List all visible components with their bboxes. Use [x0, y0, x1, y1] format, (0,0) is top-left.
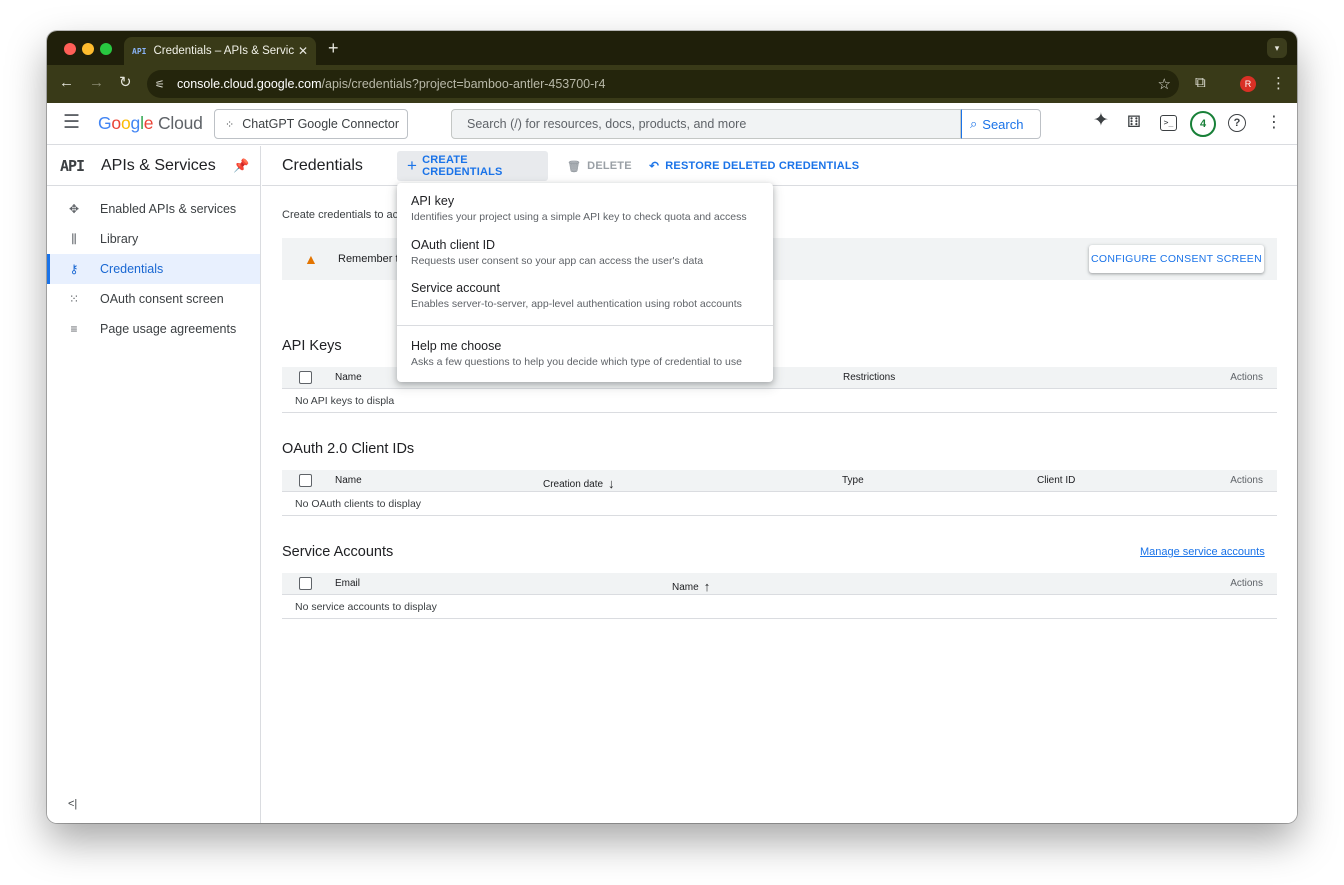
dots-grid-icon: ⁙: [68, 292, 80, 306]
banner-text: Remember t: [338, 253, 399, 265]
sidebar: API APIs & Services 📌 ✥ Enabled APIs & s…: [47, 146, 261, 823]
new-tab-button[interactable]: +: [328, 37, 339, 59]
help-icon[interactable]: ?: [1228, 114, 1246, 132]
create-credentials-button[interactable]: + CREATE CREDENTIALS: [397, 151, 548, 181]
search-icon: ⌕: [970, 116, 978, 131]
menu-item-help-me-choose[interactable]: Help me choose Asks a few questions to h…: [397, 339, 773, 368]
bookmark-star-icon[interactable]: ☆: [1158, 75, 1171, 93]
library-icon: ⫼: [71, 231, 77, 246]
browser-toolbar: ← → ↻ ⚟ console.cloud.google.com/apis/cr…: [47, 65, 1297, 103]
search-input[interactable]: [467, 117, 960, 131]
site-info-icon[interactable]: ⚟: [155, 78, 173, 91]
search-button[interactable]: ⌕ Search: [961, 109, 1041, 139]
pin-icon[interactable]: 📌: [233, 158, 249, 174]
delete-button[interactable]: 🗑 DELETE: [557, 151, 642, 181]
minimize-window-button[interactable]: [82, 43, 94, 55]
hamburger-menu-icon[interactable]: ☰: [63, 113, 80, 133]
manage-service-accounts-link[interactable]: Manage service accounts: [1140, 546, 1265, 558]
name-column[interactable]: Name ↑: [672, 578, 711, 594]
cloud-shell-icon[interactable]: >_: [1160, 115, 1177, 131]
tab-search-icon[interactable]: ▾: [1267, 38, 1287, 58]
configure-consent-button[interactable]: CONFIGURE CONSENT SCREEN: [1089, 245, 1264, 273]
close-tab-icon[interactable]: ✕: [298, 44, 308, 58]
sidebar-item-library[interactable]: ⫼ Library: [47, 224, 260, 254]
address-bar[interactable]: ⚟ console.cloud.google.com/apis/credenti…: [147, 70, 1179, 98]
url-text: console.cloud.google.com/apis/credential…: [177, 77, 606, 91]
sidebar-item-enabled-apis[interactable]: ✥ Enabled APIs & services: [47, 194, 260, 224]
table-header: Name Creation date ↓ Type Client ID Actio…: [282, 470, 1277, 492]
sidebar-item-oauth-consent[interactable]: ⁙ OAuth consent screen: [47, 284, 260, 314]
empty-row: No OAuth clients to display: [282, 492, 1277, 516]
table-header: Email Name ↑ Actions: [282, 573, 1277, 595]
service-accounts-table: Email Name ↑ Actions No service accounts …: [282, 573, 1277, 619]
empty-row: No service accounts to display: [282, 595, 1277, 619]
empty-row: No API keys to displa: [282, 389, 1277, 413]
api-icon: API: [60, 157, 85, 175]
notifications-badge[interactable]: 4: [1190, 111, 1216, 137]
create-credentials-menu: API key Identifies your project using a …: [397, 183, 773, 382]
intro-text: Create credentials to ac: [282, 209, 399, 221]
service-accounts-title: Service Accounts: [282, 544, 394, 560]
sort-down-arrow-icon: ↓: [608, 476, 615, 491]
page-title: Credentials: [282, 157, 363, 174]
gemini-sparkle-icon[interactable]: ✦: [1093, 111, 1109, 130]
maximize-window-button[interactable]: [100, 43, 112, 55]
menu-item-api-key[interactable]: API key Identifies your project using a …: [397, 194, 773, 223]
project-name: ChatGPT Google Connector: [242, 117, 400, 131]
sidebar-item-credentials[interactable]: ⚷ Credentials: [47, 254, 260, 284]
sidebar-header: API APIs & Services 📌: [47, 146, 260, 186]
cloud-header: ☰ Google Cloud ⁘ ChatGPT Google Connecto…: [47, 103, 1297, 145]
menu-item-oauth-client-id[interactable]: OAuth client ID Requests user consent so…: [397, 238, 773, 267]
oauth-clients-title: OAuth 2.0 Client IDs: [282, 441, 415, 457]
forward-arrow-icon[interactable]: →: [89, 74, 104, 92]
select-all-checkbox[interactable]: [299, 577, 312, 590]
warning-icon: ▲: [304, 251, 318, 267]
api-favicon-icon: API: [132, 46, 147, 56]
reload-icon[interactable]: ↻: [119, 74, 132, 92]
collapse-sidebar-icon[interactable]: <|: [68, 798, 77, 810]
settings-list-icon: ≡: [70, 322, 78, 336]
key-icon: ⚷: [69, 262, 79, 276]
back-arrow-icon[interactable]: ←: [59, 74, 74, 92]
browser-window: API Credentials – APIs & Services ✕ + ▾ …: [47, 31, 1297, 823]
select-all-checkbox[interactable]: [299, 474, 312, 487]
google-cloud-logo[interactable]: Google Cloud: [98, 113, 203, 134]
browser-menu-icon[interactable]: ⋮: [1271, 74, 1286, 92]
sidebar-title: APIs & Services: [101, 157, 216, 174]
trash-icon: 🗑: [567, 160, 582, 173]
profile-avatar[interactable]: R: [1240, 76, 1256, 92]
page-toolbar: Credentials + CREATE CREDENTIALS 🗑 DELET…: [262, 146, 1297, 186]
sidebar-nav: ✥ Enabled APIs & services ⫼ Library ⚷ Cr…: [47, 194, 260, 344]
extensions-puzzle-icon[interactable]: ⧉: [1195, 74, 1206, 91]
browser-tab-credentials[interactable]: API Credentials – APIs & Services ✕: [124, 37, 316, 65]
move-icon: ✥: [68, 202, 80, 216]
restore-deleted-button[interactable]: ↶ RESTORE DELETED CREDENTIALS: [639, 151, 869, 181]
project-nodes-icon: ⁘: [225, 118, 235, 131]
sort-up-arrow-icon: ↑: [703, 579, 711, 594]
plus-icon: +: [407, 156, 418, 175]
close-window-button[interactable]: [64, 43, 76, 55]
undo-icon: ↶: [649, 159, 660, 173]
tab-title: Credentials – APIs & Services: [153, 45, 294, 57]
menu-divider: [397, 325, 773, 326]
oauth-clients-table: Name Creation date ↓ Type Client ID Actio…: [282, 470, 1277, 516]
menu-item-service-account[interactable]: Service account Enables server-to-server…: [397, 281, 773, 310]
project-picker[interactable]: ⁘ ChatGPT Google Connector: [214, 109, 408, 139]
browser-tabstrip: API Credentials – APIs & Services ✕ + ▾: [47, 31, 1297, 65]
search-box: [451, 109, 961, 139]
sidebar-item-page-usage[interactable]: ≡ Page usage agreements: [47, 314, 260, 344]
creation-date-column[interactable]: Creation date ↓: [543, 475, 615, 491]
select-all-checkbox[interactable]: [299, 371, 312, 384]
api-keys-title: API Keys: [282, 338, 342, 354]
gift-icon[interactable]: ⚅: [1127, 114, 1141, 132]
more-options-icon[interactable]: ⋮: [1266, 114, 1282, 132]
